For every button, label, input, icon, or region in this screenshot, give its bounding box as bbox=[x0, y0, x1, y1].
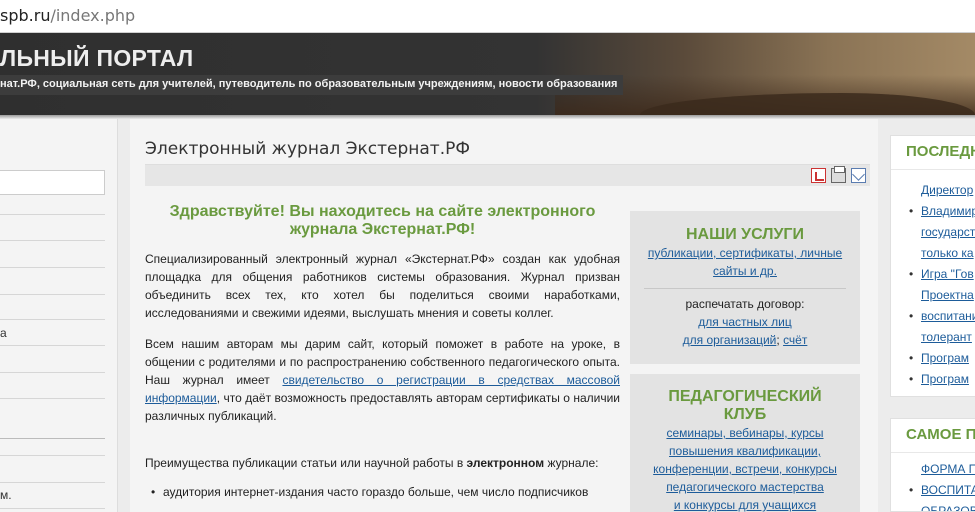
pdf-icon[interactable] bbox=[811, 168, 826, 183]
main-content: Электронный журнал Экстернат.РФ Здравств… bbox=[130, 119, 878, 512]
menu-divider bbox=[0, 267, 105, 268]
menu-divider bbox=[0, 214, 105, 215]
advantages-paragraph: Преимущества публикации статьи или научн… bbox=[145, 456, 599, 470]
menu-divider bbox=[0, 438, 105, 439]
latest-news-title: ПОСЛЕДН bbox=[891, 136, 975, 170]
most-popular-title: САМОЕ ПО bbox=[891, 419, 975, 453]
greeting-heading: Здравствуйте! Вы находитесь на сайте эле… bbox=[169, 203, 596, 238]
list-item[interactable]: толерант bbox=[903, 327, 975, 348]
site-header: ЛЬНЫЙ ПОРТАЛ нат.РФ, социальная сеть для… bbox=[0, 33, 975, 115]
menu-divider bbox=[0, 398, 105, 399]
invoice-link[interactable]: счёт bbox=[783, 333, 807, 347]
services-link[interactable]: публикации, сертификаты, личные сайты и … bbox=[630, 244, 860, 280]
page-title: Электронный журнал Экстернат.РФ bbox=[145, 139, 470, 159]
authors-paragraph: Всем нашим авторам мы дарим сайт, которы… bbox=[145, 337, 620, 423]
menu-divider bbox=[0, 240, 105, 241]
list-item[interactable]: ОБРАЗОВ bbox=[903, 501, 975, 511]
list-item[interactable]: ВОСПИТА bbox=[903, 480, 975, 501]
club-link[interactable]: конференции, встречи, конкурсы bbox=[630, 460, 860, 478]
menu-divider bbox=[0, 482, 105, 483]
club-title: ПЕДАГОГИЧЕСКИЙ КЛУБ bbox=[668, 388, 822, 423]
address-bar[interactable]: spb.ru/index.php bbox=[0, 0, 975, 33]
menu-divider bbox=[0, 294, 105, 295]
private-persons-link[interactable]: для частных лиц bbox=[630, 313, 860, 331]
menu-divider bbox=[0, 372, 105, 373]
list-item[interactable]: Директор bbox=[903, 180, 975, 201]
site-tagline: нат.РФ, социальная сеть для учителей, пу… bbox=[0, 75, 624, 95]
list-item[interactable]: воспитани bbox=[903, 306, 975, 327]
site-title[interactable]: ЛЬНЫЙ ПОРТАЛ bbox=[0, 45, 193, 72]
intro-paragraph: Специализированный электронный журнал «Э… bbox=[145, 252, 620, 320]
services-title: НАШИ УСЛУГИ bbox=[686, 226, 804, 243]
services-divider bbox=[644, 288, 846, 289]
services-box: НАШИ УСЛУГИ публикации, сертификаты, лич… bbox=[630, 211, 860, 364]
club-link[interactable]: повышения квалификации, bbox=[630, 442, 860, 460]
list-item: аудитория интернет-издания часто гораздо… bbox=[151, 485, 620, 499]
list-item[interactable]: Програм bbox=[903, 348, 975, 369]
print-icon[interactable] bbox=[831, 166, 846, 183]
club-link[interactable]: и конкурсы для учащихся bbox=[630, 496, 860, 512]
print-contract-label: распечатать договор: bbox=[685, 297, 805, 311]
menu-item[interactable]: м. bbox=[0, 488, 12, 502]
list-item[interactable]: государст bbox=[903, 222, 975, 243]
left-sidebar: а м. bbox=[0, 119, 118, 512]
club-link[interactable]: педагогического мастерства bbox=[630, 478, 860, 496]
latest-news-list: Директор Владимир государст только ка Иг… bbox=[891, 170, 975, 390]
menu-divider bbox=[0, 455, 105, 456]
most-popular-panel: САМОЕ ПО ФОРМА П ВОСПИТА ОБРАЗОВ bbox=[890, 418, 975, 512]
list-item[interactable]: Програм bbox=[903, 369, 975, 390]
latest-news-panel: ПОСЛЕДН Директор Владимир государст толь… bbox=[890, 135, 975, 397]
pedagogical-club-box: ПЕДАГОГИЧЕСКИЙ КЛУБ семинары, вебинары, … bbox=[630, 374, 860, 512]
menu-divider bbox=[0, 345, 105, 346]
organizations-link[interactable]: для организаций bbox=[683, 333, 777, 347]
club-link[interactable]: семинары, вебинары, курсы bbox=[630, 424, 860, 442]
list-item[interactable]: ФОРМА П bbox=[903, 459, 975, 480]
email-icon[interactable] bbox=[851, 168, 866, 183]
list-item[interactable]: Владимир bbox=[903, 201, 975, 222]
url-text[interactable]: spb.ru/index.php bbox=[0, 6, 135, 25]
list-item[interactable]: только ка bbox=[903, 243, 975, 264]
article-toolbar bbox=[145, 164, 870, 186]
menu-divider bbox=[0, 319, 105, 320]
list-item[interactable]: Проектна bbox=[903, 285, 975, 306]
org-invoice-line: для организаций; счёт bbox=[682, 333, 808, 347]
list-item[interactable]: Игра "Гов bbox=[903, 264, 975, 285]
search-input[interactable] bbox=[0, 170, 105, 195]
menu-item[interactable]: а bbox=[0, 326, 7, 340]
menu-divider bbox=[0, 508, 105, 509]
most-popular-list: ФОРМА П ВОСПИТА ОБРАЗОВ bbox=[891, 453, 975, 511]
